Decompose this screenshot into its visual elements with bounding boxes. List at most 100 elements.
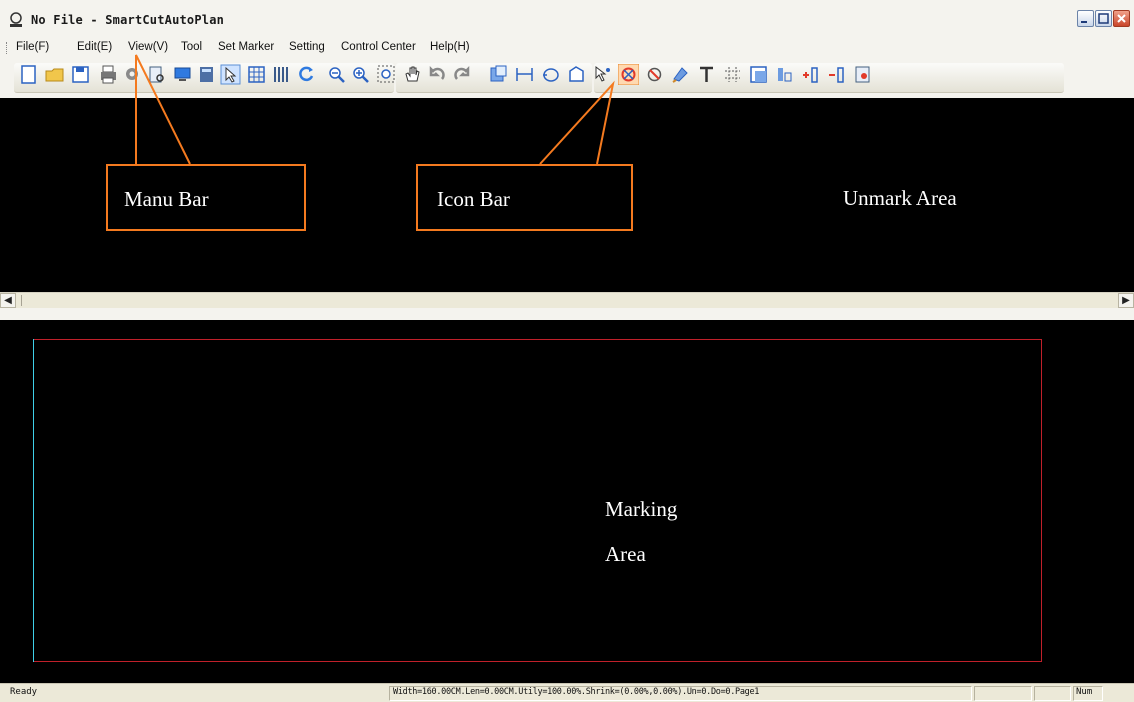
status-num: Num [1076, 687, 1093, 697]
menu-edit[interactable]: Edit(E) [77, 41, 112, 53]
unmark-area-label: Unmark Area [843, 186, 957, 210]
marking-area-label-line1: Marking [605, 497, 678, 521]
print-icon [101, 65, 116, 84]
open-folder-icon [45, 68, 64, 82]
redo-icon [454, 65, 470, 80]
redo-button[interactable] [452, 64, 473, 85]
scroll-left-button[interactable]: ◀ [0, 293, 16, 308]
shape-icon [569, 66, 584, 82]
undo-button[interactable] [426, 64, 447, 85]
title-bar: No File - SmartCutAutoPlan [0, 0, 1134, 38]
columns-button[interactable] [270, 64, 291, 85]
hand-pan-button[interactable] [402, 64, 423, 85]
document-preview-icon [149, 66, 164, 83]
marker-left-edge [33, 339, 34, 662]
rotate-off-icon [647, 67, 662, 82]
menu-file[interactable]: File(F) [16, 41, 49, 53]
minimize-button[interactable] [1077, 10, 1094, 27]
pick-button[interactable] [592, 64, 613, 85]
zoom-window-icon [377, 65, 395, 83]
zoom-in-button[interactable] [350, 64, 371, 85]
crosshair-grid-button[interactable] [722, 64, 743, 85]
app-logo-icon [10, 12, 22, 27]
save-button[interactable] [70, 64, 91, 85]
menu-set-marker[interactable]: Set Marker [218, 41, 274, 53]
new-file-icon [21, 65, 36, 84]
add-column-button[interactable] [800, 64, 821, 85]
monitor-button[interactable] [172, 64, 193, 85]
mark-settings-button[interactable] [852, 64, 873, 85]
monitor-icon [174, 67, 191, 81]
measure-button[interactable] [514, 64, 535, 85]
status-pane-blank-2 [1034, 686, 1071, 701]
remove-column-icon [829, 67, 844, 83]
fit-window-button[interactable] [748, 64, 769, 85]
menu-setting[interactable]: Setting [289, 41, 325, 53]
loop-button[interactable] [540, 64, 561, 85]
menu-help[interactable]: Help(H) [430, 41, 470, 53]
measure-icon [516, 68, 533, 81]
scroll-right-button[interactable]: ▶ [1118, 293, 1134, 308]
loop-icon [543, 68, 559, 82]
document-preview-button[interactable] [146, 64, 167, 85]
shape-button[interactable] [566, 64, 587, 85]
mark-settings-icon [855, 66, 870, 83]
piece-icon [490, 65, 507, 82]
minimize-icon [1081, 21, 1087, 23]
no-overlap-button[interactable] [617, 63, 640, 86]
pointer-select-icon [220, 64, 241, 85]
icon-bar-callout-label: Icon Bar [437, 187, 510, 211]
align-button[interactable] [774, 64, 795, 85]
zoom-out-button[interactable] [326, 64, 347, 85]
status-ready: Ready [10, 687, 38, 697]
calculator-button[interactable] [196, 64, 217, 85]
save-icon [72, 66, 89, 83]
settings-gear-button[interactable] [122, 64, 143, 85]
hand-pan-icon [405, 66, 420, 82]
print-button[interactable] [98, 64, 119, 85]
close-icon [1117, 14, 1126, 23]
add-column-icon [803, 67, 818, 83]
scroll-thumb[interactable] [21, 295, 27, 306]
pane-splitter[interactable] [0, 308, 1134, 320]
marking-area-label-line2: Area [605, 542, 646, 566]
pointer-select-button[interactable] [220, 64, 241, 85]
undo-icon [429, 65, 445, 80]
icon-bar [0, 58, 1134, 98]
marking-area[interactable] [0, 320, 1134, 683]
menu-bar-callout-label: Manu Bar [124, 187, 209, 211]
paint-button[interactable] [670, 64, 691, 85]
remove-column-button[interactable] [826, 64, 847, 85]
calculator-icon [200, 67, 213, 82]
window-title: No File - SmartCutAutoPlan [31, 13, 225, 27]
zoom-window-button[interactable] [376, 64, 397, 85]
text-button[interactable] [696, 64, 717, 85]
close-button[interactable] [1113, 10, 1130, 27]
open-folder-button[interactable] [44, 64, 65, 85]
menu-view[interactable]: View(V) [128, 41, 168, 53]
grid-button[interactable] [246, 64, 267, 85]
no-overlap-icon [617, 63, 640, 86]
fit-window-icon [750, 66, 767, 83]
pick-icon [595, 65, 610, 82]
rotate-off-button[interactable] [644, 64, 665, 85]
horizontal-scrollbar[interactable]: ◀ ▶ [0, 292, 1134, 308]
grid-icon [248, 66, 265, 83]
status-pane-blank-1 [974, 686, 1032, 701]
maximize-icon [1098, 13, 1109, 24]
refresh-button[interactable] [296, 64, 317, 85]
status-info: Width=160.00CM.Len=0.00CM.Utily=100.00%.… [393, 687, 760, 697]
status-bar: Ready Width=160.00CM.Len=0.00CM.Utily=10… [0, 683, 1134, 702]
piece-button[interactable] [488, 64, 509, 85]
menu-control-center[interactable]: Control Center [341, 41, 416, 53]
menu-tool[interactable]: Tool [181, 41, 202, 53]
zoom-out-icon [329, 67, 345, 83]
zoom-in-icon [353, 67, 369, 83]
settings-gear-icon [126, 68, 138, 80]
maximize-button[interactable] [1095, 10, 1112, 27]
new-file-button[interactable] [18, 64, 39, 85]
columns-icon [274, 67, 288, 82]
marker-frame [33, 339, 1042, 662]
text-icon [700, 66, 713, 82]
menu-bar: File(F) Edit(E) View(V) Tool Set Marker … [0, 38, 1134, 58]
